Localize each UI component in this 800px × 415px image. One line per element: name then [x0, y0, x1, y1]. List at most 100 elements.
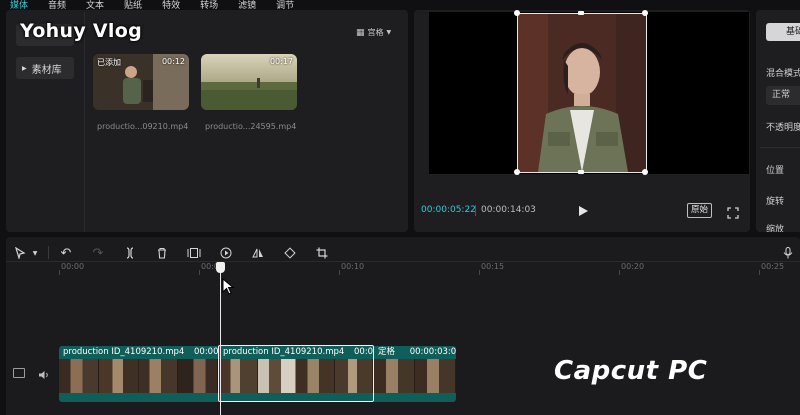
view-mode-toggle[interactable]: ▦ 宫格 ▼ — [356, 27, 391, 38]
blend-mode-value: 正常 — [772, 90, 791, 100]
rotate-button[interactable] — [282, 245, 298, 261]
clip-frame — [415, 359, 456, 393]
clip-frames — [374, 359, 456, 393]
resize-handle-bottom-left[interactable] — [514, 169, 520, 175]
selected-clip-outline — [218, 345, 374, 402]
play-icon — [579, 206, 588, 216]
basic-label: 基础 — [786, 27, 800, 37]
media-thumbnail[interactable]: 00:17 — [201, 54, 297, 110]
ruler-tick — [199, 270, 200, 275]
overlay-caption: Capcut PC — [554, 356, 708, 386]
ruler-tick — [59, 270, 60, 275]
crop-button[interactable] — [314, 245, 330, 261]
time-divider — [475, 205, 476, 216]
grid-icon: ▦ — [356, 27, 365, 38]
delete-button[interactable] — [154, 245, 170, 261]
track-mute-button[interactable] — [38, 366, 50, 379]
duration-label: 00:12 — [161, 57, 185, 66]
undo-button[interactable]: ↶ — [58, 245, 74, 261]
redo-icon: ↷ — [92, 245, 104, 261]
tab-audio[interactable]: 音频 — [38, 0, 76, 12]
ruler-tick — [759, 270, 760, 275]
clip-duration: 00:00:03:00 — [409, 347, 456, 357]
timeline-toolbar-divider — [6, 261, 800, 262]
media-filename: productio...24595.mp4 — [205, 122, 297, 131]
tab-stickers[interactable]: 贴纸 — [114, 0, 152, 12]
microphone-icon — [783, 247, 793, 259]
redo-button[interactable]: ↷ — [90, 245, 106, 261]
ruler-tick — [339, 270, 340, 275]
record-audio-button[interactable] — [780, 245, 796, 261]
watermark-text: Yohuy Vlog — [20, 20, 142, 42]
sidebar-item-library[interactable]: ▶ 素材库 — [16, 57, 74, 79]
select-tool-dropdown[interactable]: ▼ — [30, 245, 40, 261]
speaker-icon — [39, 371, 48, 379]
media-thumbnail[interactable]: 已添加 00:12 — [93, 54, 189, 110]
cursor-icon — [15, 247, 26, 259]
position-label: 位置 — [766, 166, 785, 176]
rotate-icon — [284, 247, 296, 259]
clip-name: 定格 — [378, 347, 396, 357]
mouse-cursor-icon — [222, 278, 235, 295]
duration-label: 00:17 — [269, 57, 293, 66]
scale-label: 缩放 — [766, 225, 785, 232]
resize-handle-top-right[interactable] — [642, 10, 648, 16]
sidebar-item-label: 素材库 — [31, 64, 62, 76]
trash-icon — [158, 247, 166, 259]
sidebar-divider — [84, 12, 85, 232]
resize-handle-top-left[interactable] — [514, 10, 520, 16]
blend-mode-label: 混合模式 — [766, 69, 800, 79]
clip-frame — [59, 359, 99, 393]
reverse-play-icon — [220, 247, 232, 259]
ruler-label: 00:10 — [341, 262, 365, 271]
selection-frame[interactable] — [517, 13, 647, 173]
ruler-label: 00:15 — [481, 262, 505, 271]
split-button[interactable] — [122, 245, 138, 261]
media-filename: productio...09210.mp4 — [97, 122, 189, 131]
tab-transitions[interactable]: 转场 — [190, 0, 228, 12]
fullscreen-icon — [727, 207, 739, 219]
tab-text[interactable]: 文本 — [76, 0, 114, 12]
play-button[interactable] — [576, 203, 590, 217]
freeze-frame-icon — [187, 248, 201, 258]
freeze-frame-button[interactable] — [186, 245, 202, 261]
chevron-down-icon: ▼ — [32, 249, 38, 257]
mirror-button[interactable] — [250, 245, 266, 261]
properties-divider — [760, 147, 800, 148]
tab-filters[interactable]: 滤镜 — [228, 0, 266, 12]
resize-handle-bottom[interactable] — [578, 170, 584, 174]
rotation-label: 旋转 — [766, 197, 785, 207]
clip-frame — [98, 359, 139, 393]
clip-frame — [374, 359, 415, 393]
clip-header: production ID_4109210.mp4 00:00:05 — [59, 346, 218, 359]
ruler-tick — [479, 270, 480, 275]
undo-icon: ↶ — [60, 245, 72, 261]
properties-basic-button[interactable]: 基础 — [766, 23, 800, 41]
chevron-down-icon: ▼ — [386, 29, 392, 36]
clip-header: 定格 00:00:03:00 — [374, 346, 456, 359]
timeline-clip-freeze[interactable]: 定格 00:00:03:00 — [374, 346, 456, 402]
cover-button[interactable] — [13, 368, 25, 378]
feature-tabs: 媒体 音频 文本 贴纸 特效 转场 滤镜 调节 — [0, 0, 410, 12]
resize-handle-top[interactable] — [578, 11, 584, 15]
timeline-clip[interactable]: production ID_4109210.mp4 00:00:05 — [59, 346, 218, 402]
mirror-icon — [252, 248, 263, 258]
blend-mode-select[interactable]: 正常 — [766, 86, 800, 105]
select-tool-button[interactable] — [12, 245, 28, 261]
clip-frames — [59, 359, 218, 393]
added-badge: 已添加 — [97, 58, 121, 67]
opacity-label: 不透明度 — [766, 123, 800, 133]
fullscreen-button[interactable] — [727, 204, 739, 219]
tab-effects[interactable]: 特效 — [152, 0, 190, 12]
total-time: 00:00:14:03 — [481, 205, 536, 215]
playhead-handle[interactable] — [216, 262, 225, 273]
tab-adjust[interactable]: 调节 — [266, 0, 304, 12]
resize-handle-bottom-right[interactable] — [642, 169, 648, 175]
tab-media[interactable]: 媒体 — [0, 0, 38, 12]
reverse-button[interactable] — [218, 245, 234, 261]
clip-frame — [178, 359, 218, 393]
clip-frame — [138, 359, 179, 393]
ratio-button[interactable]: 原始 — [687, 203, 713, 218]
ruler-label: 00:20 — [621, 262, 645, 271]
ratio-label: 原始 — [691, 205, 709, 215]
